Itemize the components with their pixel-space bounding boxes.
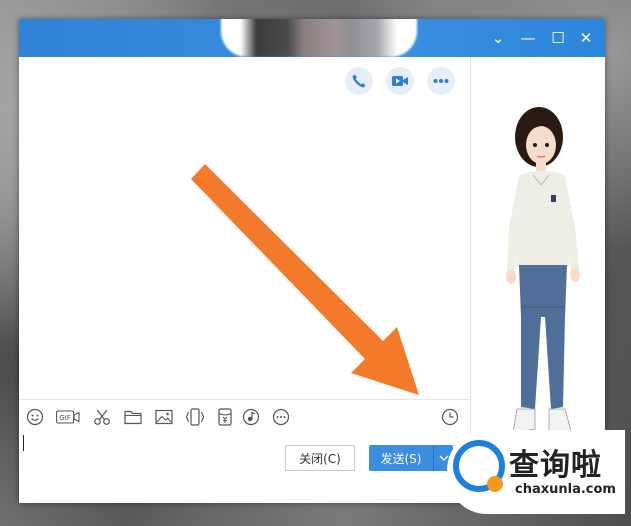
watermark-title: 查询啦 [509, 448, 602, 483]
more-circle-icon [272, 408, 290, 426]
screenshot-scissors-icon [94, 409, 110, 425]
red-packet-icon [218, 408, 232, 426]
send-file-button[interactable] [123, 407, 143, 427]
close-window-button[interactable]: ✕ [575, 27, 597, 49]
message-history-button[interactable] [440, 407, 460, 427]
text-caret [23, 435, 24, 451]
blurred-contact-name [221, 19, 417, 57]
gif-label: GIF [59, 414, 71, 422]
site-watermark: 查询啦 chaxunla.com [447, 430, 625, 514]
music-button[interactable] [241, 407, 261, 427]
dropdown-icon[interactable]: ⌄ [487, 27, 509, 49]
watermark-logo-dot [487, 476, 503, 492]
history-clock-icon [441, 408, 459, 426]
more-tools-button[interactable] [271, 407, 291, 427]
video-call-icon [392, 76, 408, 86]
screenshot-button[interactable] [92, 407, 112, 427]
music-icon [242, 408, 260, 426]
gif-icon: GIF [56, 410, 80, 424]
shake-icon [185, 408, 205, 426]
chat-pane: GIF 关闭(C) 发送(S) [19, 57, 470, 503]
more-icon [433, 79, 449, 83]
red-packet-button[interactable] [215, 407, 235, 427]
toolbar-divider [19, 399, 470, 400]
send-image-button[interactable] [154, 407, 174, 427]
phone-call-button[interactable] [345, 67, 373, 95]
shake-button[interactable] [185, 407, 205, 427]
minimize-button[interactable]: — [517, 27, 539, 49]
gif-button[interactable]: GIF [56, 407, 80, 427]
image-icon [155, 409, 173, 425]
emoji-button[interactable] [25, 407, 45, 427]
send-button[interactable]: 发送(S) [369, 445, 433, 471]
title-bar[interactable]: ⌄ — ☐ ✕ [19, 19, 605, 57]
phone-icon [352, 74, 366, 88]
video-call-button[interactable] [386, 67, 414, 95]
chevron-down-icon [439, 455, 448, 461]
watermark-subtitle: chaxunla.com [515, 482, 616, 497]
folder-icon [124, 410, 142, 425]
close-button[interactable]: 关闭(C) [285, 445, 355, 471]
emoji-icon [26, 408, 44, 426]
maximize-button[interactable]: ☐ [547, 27, 569, 49]
more-actions-button[interactable] [427, 67, 455, 95]
